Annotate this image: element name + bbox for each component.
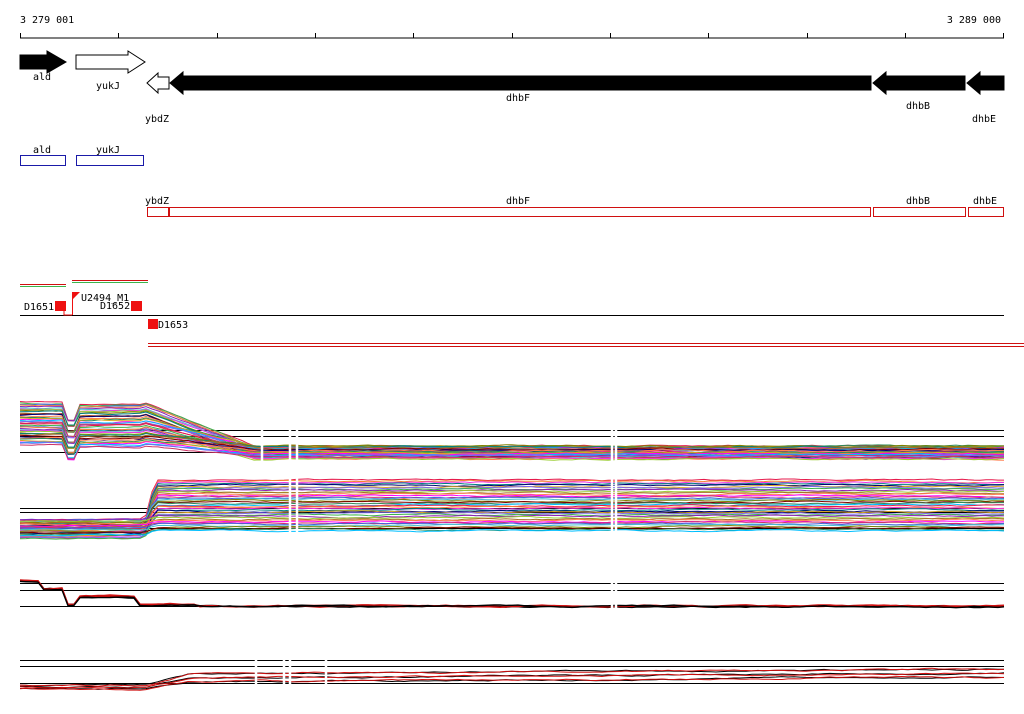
annotation-box-ald[interactable]: ald (20, 145, 66, 166)
ruler-end-label: 3 289 000 (947, 15, 1001, 26)
gene-dhbE[interactable]: dhbE (966, 70, 1005, 125)
coordinate-ruler: 3 279 001 3 289 000 (20, 15, 1004, 39)
gene-dhbB[interactable]: dhbB (872, 70, 966, 112)
annotation-box-dhbF[interactable]: dhbF (169, 196, 871, 217)
gene-arrow-ald (19, 50, 67, 74)
annotation-label-ybdZ: ybdZ (145, 196, 169, 207)
feature-marker-U2494_M1 (72, 292, 80, 300)
feature-marker-D1651 (55, 301, 66, 311)
gene-ald[interactable]: ald (19, 50, 67, 83)
gene-arrow-ybdZ (146, 71, 170, 95)
annotation-rect-ybdZ (147, 207, 169, 217)
genome-browser-view: 3 279 001 3 289 000 ald yukJ ybdZ dhbF d… (19, 15, 1024, 692)
track2-series-line (19, 527, 1005, 537)
signal-track-2 (19, 478, 1005, 540)
feature-track: D1651 U2494_M1 D1652 D1653 (20, 280, 1024, 347)
annotation-box-yukJ[interactable]: yukJ (76, 145, 144, 166)
signal-track-3-lines (19, 579, 1005, 609)
feature-D1651[interactable]: D1651 (24, 301, 72, 316)
annotation-label-dhbF: dhbF (506, 196, 530, 207)
gene-arrow-dhbB (872, 70, 966, 96)
track3-series-line (19, 579, 1005, 609)
annotation-rect-dhbE (968, 207, 1004, 217)
gene-label-ald: ald (33, 72, 51, 83)
gene-track: ald yukJ ybdZ dhbF dhbB dhbE (19, 50, 1005, 125)
minus-strand-annotations: ybdZ dhbF dhbB dhbE (145, 196, 1004, 217)
annotation-box-ybdZ[interactable]: ybdZ (145, 196, 169, 217)
annotation-box-dhbE[interactable]: dhbE (968, 196, 1004, 217)
annotation-label-ald: ald (33, 145, 51, 156)
annotation-rect-yukJ (76, 155, 144, 166)
annotation-rect-dhbF (169, 207, 871, 217)
gene-label-dhbF: dhbF (506, 93, 530, 104)
feature-marker-D1653 (148, 319, 158, 329)
feature-connector-D1651 (63, 311, 72, 316)
signal-track-4 (19, 660, 1005, 691)
signal-track-1 (19, 400, 1005, 461)
track2-series-line (19, 529, 1005, 537)
annotation-rect-ald (20, 155, 66, 166)
gene-dhbF[interactable]: dhbF (169, 70, 872, 104)
feature-label-D1653: D1653 (158, 320, 188, 331)
gap-markers (254, 428, 618, 692)
ruler-ticks (20, 33, 1004, 38)
gene-arrow-yukJ (75, 50, 146, 74)
gene-label-yukJ: yukJ (96, 81, 120, 92)
gene-arrow-dhbE (966, 70, 1005, 96)
feature-label-D1652: D1652 (100, 301, 130, 312)
feature-marker-D1652 (131, 301, 142, 311)
feature-D1653[interactable]: D1653 (148, 319, 188, 331)
annotation-label-dhbB: dhbB (906, 196, 930, 207)
annotation-rect-dhbB (873, 207, 966, 217)
gene-yukJ[interactable]: yukJ (75, 50, 146, 92)
signal-track-3 (19, 579, 1005, 609)
gene-arrow-dhbF (169, 70, 872, 96)
annotation-box-dhbB[interactable]: dhbB (873, 196, 966, 217)
signal-track-4-lines (19, 667, 1005, 691)
plus-strand-annotations: ald yukJ (20, 145, 144, 166)
feature-D1652[interactable]: D1652 (100, 301, 142, 312)
annotation-label-yukJ: yukJ (96, 145, 120, 156)
gene-label-ybdZ: ybdZ (145, 114, 169, 125)
gene-ybdZ[interactable]: ybdZ (145, 71, 170, 125)
gene-label-dhbB: dhbB (906, 101, 930, 112)
gene-label-dhbE: dhbE (972, 114, 996, 125)
feature-label-D1651: D1651 (24, 302, 54, 313)
annotation-label-dhbE: dhbE (973, 196, 997, 207)
ruler-start-label: 3 279 001 (20, 15, 74, 26)
